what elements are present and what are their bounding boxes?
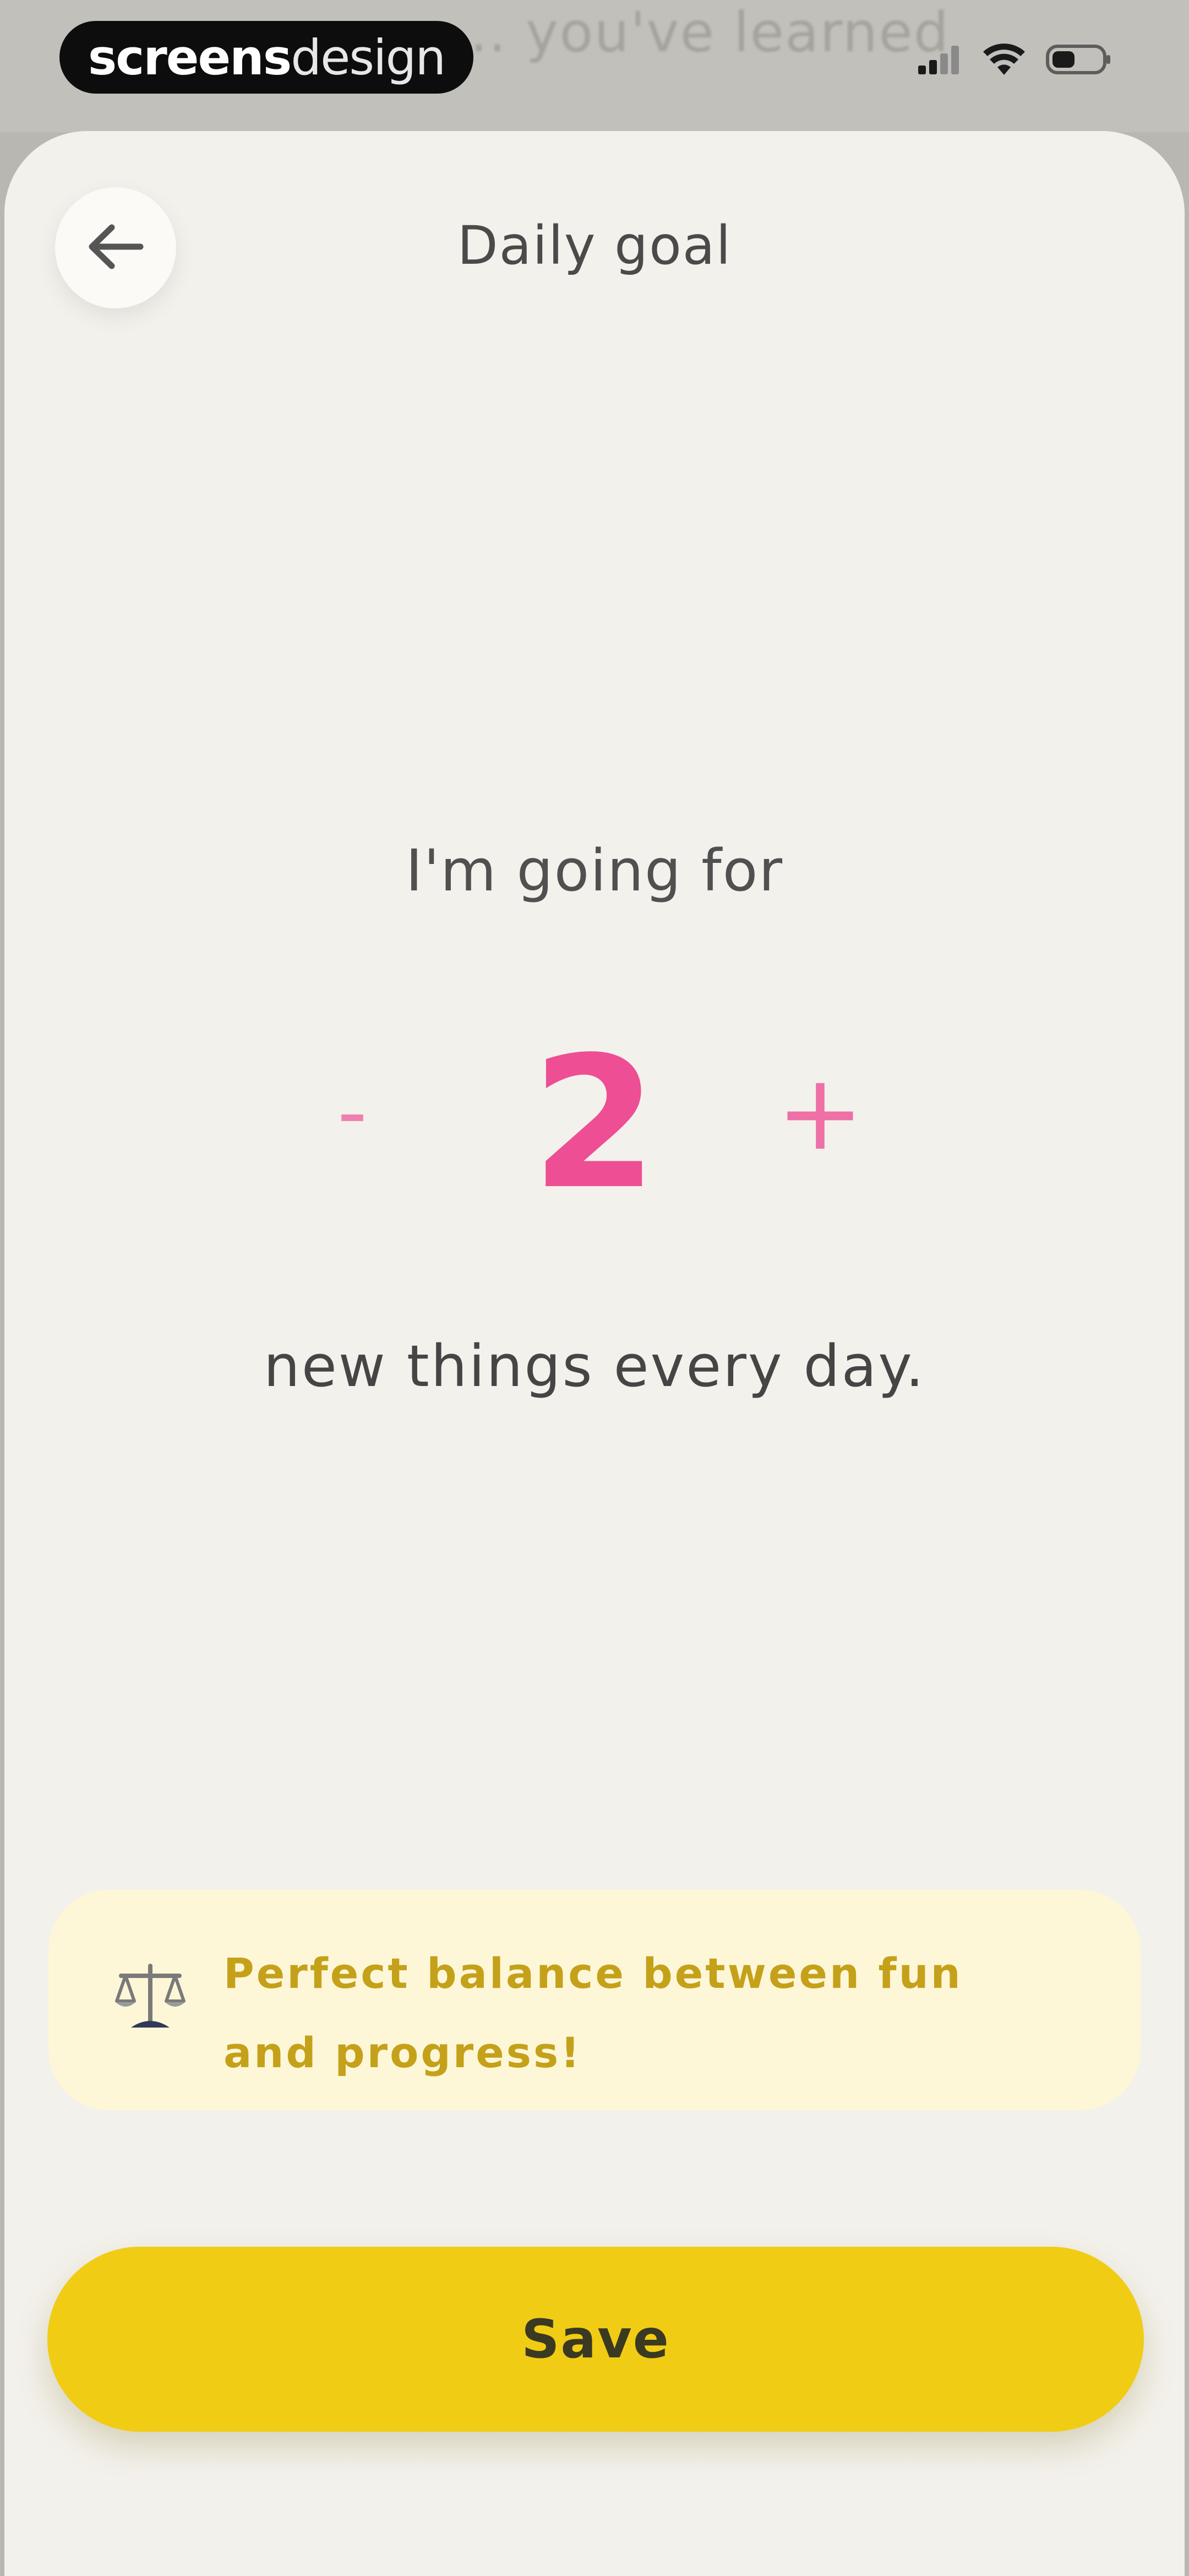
page-title: Daily goal [457, 215, 732, 276]
goal-value: 2 [531, 1018, 658, 1229]
brand-logo-light: design [291, 29, 446, 86]
save-button[interactable]: Save [47, 2247, 1144, 2432]
battery-icon [1046, 43, 1112, 78]
wifi-icon [982, 43, 1026, 78]
background-screen-title: ... you've learned [451, 0, 950, 64]
goal-prefix-text: I'm going for [405, 837, 784, 904]
balance-scale-icon [109, 1956, 192, 2039]
goal-suffix-text: new things every day. [263, 1333, 926, 1400]
decrement-button[interactable]: - [308, 1057, 396, 1167]
tip-card: Perfect balance between fun and progress… [48, 1890, 1141, 2110]
brand-logo: screens design [59, 21, 473, 94]
brand-logo-bold: screens [88, 29, 292, 86]
status-icons [918, 43, 1112, 78]
increment-button[interactable]: + [771, 1052, 870, 1173]
goal-stepper: - 2 + [0, 1024, 1189, 1222]
cellular-signal-icon [918, 45, 962, 77]
tip-text: Perfect balance between fun and progress… [223, 1949, 963, 2077]
status-bar: ... you've learned screens design [0, 0, 1189, 132]
